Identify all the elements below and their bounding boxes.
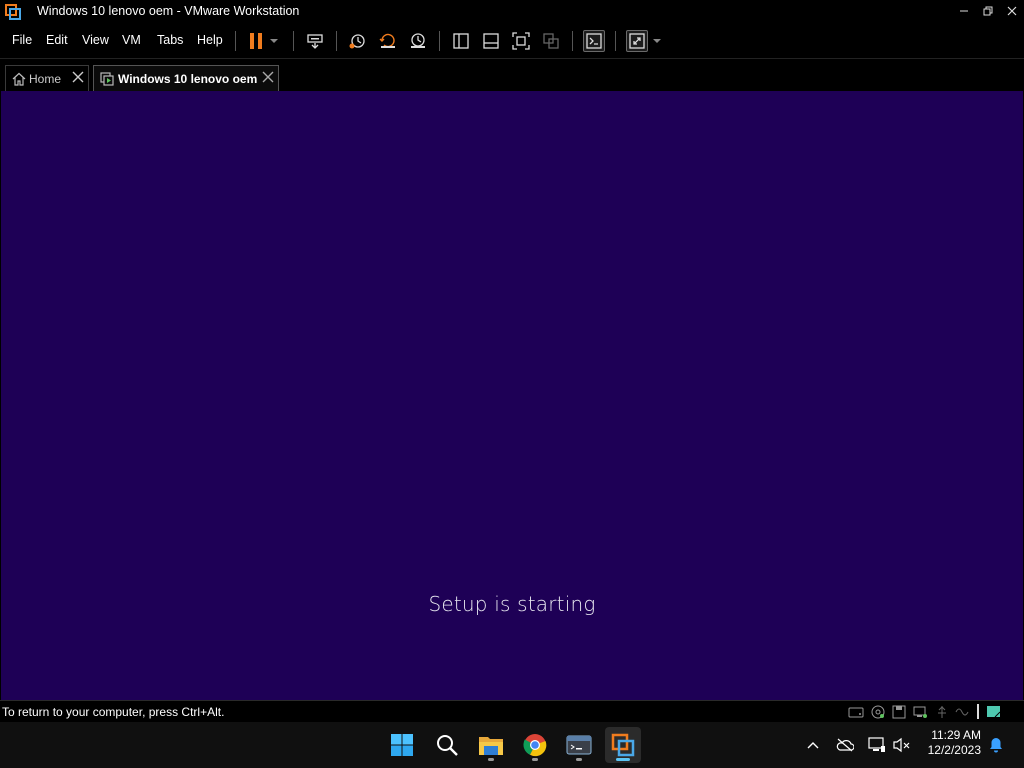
- stretch-guest-button[interactable]: [626, 30, 648, 52]
- send-ctrl-alt-del-button[interactable]: [304, 30, 326, 52]
- vmware-workstation-icon: [611, 733, 635, 757]
- clock-date: 12/2/2023: [927, 743, 981, 757]
- snapshot-take-icon: [349, 34, 365, 49]
- status-bar: To return to your computer, press Ctrl+A…: [0, 700, 1024, 722]
- show-hidden-icons-button[interactable]: [803, 735, 823, 755]
- toolbar-separator: [615, 31, 616, 51]
- terminal-button[interactable]: [561, 727, 597, 763]
- stretch-guest-icon: [629, 33, 645, 49]
- windows-taskbar: 11:29 AM 12/2/2023: [0, 722, 1024, 768]
- running-indicator: [532, 758, 538, 761]
- usb-icon[interactable]: [934, 705, 950, 719]
- toolbar-separator: [235, 31, 236, 51]
- snapshot-manager-icon: [411, 33, 425, 48]
- floppy-icon[interactable]: [891, 705, 907, 719]
- menu-vm[interactable]: VM: [122, 33, 141, 47]
- toolbar-separator: [572, 31, 573, 51]
- thumbnail-view-icon: [483, 33, 499, 49]
- vmware-logo-icon: [5, 4, 21, 20]
- bell-icon: [990, 738, 1002, 753]
- menu-edit[interactable]: Edit: [46, 33, 68, 47]
- full-screen-icon: [512, 32, 530, 50]
- toolbar-separator: [439, 31, 440, 51]
- close-button[interactable]: [1000, 0, 1024, 22]
- chrome-icon: [523, 734, 547, 757]
- console-view-icon: [586, 33, 602, 49]
- toolbar-separator: [293, 31, 294, 51]
- tab-home-label: Home: [29, 72, 62, 86]
- running-indicator: [488, 758, 494, 761]
- tab-strip: Home Windows 10 lenovo oem: [0, 58, 1024, 92]
- network-status-button[interactable]: [867, 735, 887, 755]
- minimize-icon: [960, 10, 968, 12]
- window-title: Windows 10 lenovo oem - VMware Workstati…: [37, 4, 300, 18]
- tab-windows-10-lenovo-oem[interactable]: Windows 10 lenovo oem: [93, 65, 279, 92]
- chevron-down-icon: [653, 39, 661, 43]
- unity-button[interactable]: [540, 30, 562, 52]
- menu-view[interactable]: View: [82, 33, 109, 47]
- console-view-button[interactable]: [583, 30, 605, 52]
- full-screen-button[interactable]: [510, 30, 532, 52]
- volume-button[interactable]: [892, 735, 912, 755]
- pause-button[interactable]: [245, 30, 267, 52]
- power-options-dropdown[interactable]: [267, 30, 281, 52]
- network-icon: [868, 737, 885, 752]
- status-separator: [977, 704, 979, 719]
- onedrive-offline-icon: [836, 738, 854, 752]
- send-ctrl-alt-del-icon: [307, 34, 323, 49]
- home-icon: [12, 72, 26, 86]
- toolbar-separator: [336, 31, 337, 51]
- sound-icon[interactable]: [955, 705, 971, 719]
- message-log-icon[interactable]: [986, 705, 1002, 719]
- menu-toolbar: File Edit View VM Tabs Help: [0, 24, 1024, 58]
- setup-status-message: Setup is starting: [428, 592, 596, 616]
- chrome-button[interactable]: [517, 727, 553, 763]
- menu-tabs[interactable]: Tabs: [157, 33, 183, 47]
- network-icon[interactable]: [912, 705, 928, 719]
- take-snapshot-button[interactable]: [346, 30, 368, 52]
- restore-button[interactable]: [976, 0, 1000, 22]
- running-indicator: [616, 758, 630, 761]
- vmware-workstation-button[interactable]: [605, 727, 641, 763]
- file-explorer-button[interactable]: [473, 727, 509, 763]
- status-message: To return to your computer, press Ctrl+A…: [2, 705, 225, 719]
- start-button[interactable]: [384, 727, 420, 763]
- snapshot-manager-button[interactable]: [407, 30, 429, 52]
- stretch-options-dropdown[interactable]: [650, 30, 664, 52]
- minimize-button[interactable]: [952, 0, 976, 22]
- revert-snapshot-button[interactable]: [377, 30, 399, 52]
- notifications-button[interactable]: [986, 735, 1006, 755]
- running-indicator: [576, 758, 582, 761]
- tab-home[interactable]: Home: [5, 65, 89, 92]
- tab-vm-label: Windows 10 lenovo oem: [118, 72, 258, 86]
- menu-file[interactable]: File: [12, 33, 32, 47]
- cd-rom-icon[interactable]: [870, 705, 886, 719]
- vm-console-display[interactable]: Setup is starting: [1, 91, 1023, 700]
- onedrive-button[interactable]: [835, 735, 855, 755]
- hard-disk-icon[interactable]: [848, 705, 864, 719]
- library-view-icon: [453, 33, 469, 49]
- file-explorer-icon: [479, 737, 503, 755]
- library-view-button[interactable]: [450, 30, 472, 52]
- restore-icon: [983, 6, 993, 16]
- close-icon: [1007, 6, 1017, 16]
- unity-icon: [543, 33, 559, 49]
- terminal-icon: [566, 735, 592, 755]
- start-icon: [391, 734, 413, 756]
- snapshot-revert-icon: [379, 33, 395, 48]
- close-icon[interactable]: [261, 70, 275, 84]
- close-icon[interactable]: [71, 70, 85, 84]
- search-button[interactable]: [429, 727, 465, 763]
- thumbnail-view-button[interactable]: [480, 30, 502, 52]
- chevron-down-icon: [270, 39, 278, 43]
- pause-icon: [250, 33, 262, 49]
- chevron-up-icon: [807, 742, 819, 749]
- menu-help[interactable]: Help: [197, 33, 223, 47]
- clock[interactable]: 11:29 AM 12/2/2023: [928, 728, 981, 758]
- clock-time: 11:29 AM: [931, 728, 981, 742]
- search-icon: [437, 735, 458, 756]
- title-bar: Windows 10 lenovo oem - VMware Workstati…: [0, 0, 1024, 24]
- volume-muted-icon: [893, 737, 910, 753]
- vm-running-icon: [100, 72, 114, 86]
